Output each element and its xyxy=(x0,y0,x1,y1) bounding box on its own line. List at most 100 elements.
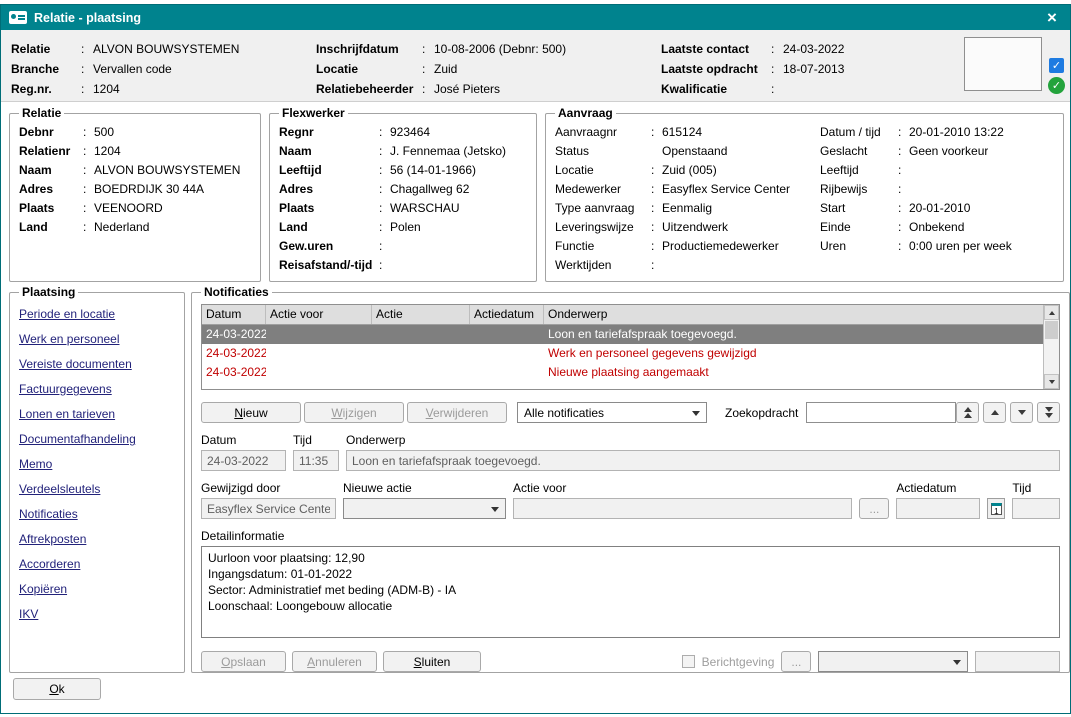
next-record-icon[interactable] xyxy=(1010,402,1033,423)
table-scrollbar[interactable] xyxy=(1043,305,1059,389)
aanvraag-fields-right: Datum / tijd:20-01-2010 13:22 Geslacht:G… xyxy=(820,123,1054,275)
plaatsing-groupbox: Plaatsing Periode en locatie Werk en per… xyxy=(9,285,185,673)
plaatsing-menu-item[interactable]: Lonen en tarieven xyxy=(19,402,175,427)
table-header: DatumActie voorActieActiedatumOnderwerp xyxy=(202,305,1043,325)
table-row[interactable]: 24-03-2022 Werk en personeel gegevens ge… xyxy=(202,344,1043,363)
table-header-cell[interactable]: Onderwerp xyxy=(544,305,1043,324)
record-nav-group xyxy=(956,402,1060,423)
berichtgeving-label: Berichtgeving xyxy=(702,655,775,669)
actiedatum-label: Actiedatum xyxy=(896,481,980,495)
header-field: Kwalificatie: xyxy=(661,79,956,99)
table-body: 24-03-2022 Loon en tariefafspraak toegev… xyxy=(202,325,1043,382)
plaatsing-menu-item[interactable]: Werk en personeel xyxy=(19,327,175,352)
plaatsing-menu-item[interactable]: Verdeelsleutels xyxy=(19,477,175,502)
gewijzigd-door-input xyxy=(201,498,336,519)
table-header-cell[interactable]: Actie xyxy=(372,305,470,324)
form-inputs-row2: ... 1 xyxy=(201,498,1060,519)
field-row: Adres:BOEDRDIJK 30 44A xyxy=(19,180,251,199)
flag-checkbox-checked[interactable]: ✓ xyxy=(1049,58,1064,73)
berichtgeving-input xyxy=(975,651,1060,672)
field-row: Geslacht:Geen voorkeur xyxy=(820,142,1054,161)
detailinformatie-box[interactable]: Uurloon voor plaatsing: 12,90Ingangsdatu… xyxy=(201,546,1060,638)
titlebar: Relatie - plaatsing × xyxy=(1,5,1070,30)
table-row[interactable]: 24-03-2022 Loon en tariefafspraak toegev… xyxy=(202,325,1043,344)
field-row: Locatie:Zuid (005) xyxy=(555,161,820,180)
plaatsing-menu-item[interactable]: Memo xyxy=(19,452,175,477)
content-area: Relatie Debnr:500 Relatienr:1204 Naam:AL… xyxy=(1,102,1070,713)
berichtgeving-browse-button: ... xyxy=(781,651,811,672)
table-header-cell[interactable]: Datum xyxy=(202,305,266,324)
sluiten-button[interactable]: Sluiten xyxy=(383,651,481,672)
table-row[interactable]: 24-03-2022 Nieuwe plaatsing aangemaakt xyxy=(202,363,1043,382)
field-row: Werktijden: xyxy=(555,256,820,275)
datum-input xyxy=(201,450,286,471)
window-title: Relatie - plaatsing xyxy=(34,11,1038,25)
relatie-legend: Relatie xyxy=(19,106,64,120)
form-labels-row2: Gewijzigd door Nieuwe actie Actie voor A… xyxy=(201,481,1060,495)
field-row: Land:Nederland xyxy=(19,218,251,237)
last-record-icon[interactable] xyxy=(1037,402,1060,423)
field-row: Leveringswijze:Uitzendwerk xyxy=(555,218,820,237)
status-ok-icon: ✓ xyxy=(1048,77,1065,94)
actiedatum-input xyxy=(896,498,980,519)
form-inputs-row1 xyxy=(201,450,1060,471)
tijd2-input xyxy=(1012,498,1060,519)
plaatsing-menu-item[interactable]: Aftrekposten xyxy=(19,527,175,552)
plaatsing-legend: Plaatsing xyxy=(19,285,78,299)
ok-button[interactable]: Ok xyxy=(13,678,101,700)
opslaan-button: Opslaan xyxy=(201,651,286,672)
scrollbar-thumb[interactable] xyxy=(1045,321,1058,339)
plaatsing-menu-item[interactable]: Periode en locatie xyxy=(19,302,175,327)
field-row: Leeftijd: xyxy=(820,161,1054,180)
header-col-laatste: Laatste contact:24-03-2022 Laatste opdra… xyxy=(661,39,956,99)
plaatsing-menu-item[interactable]: Accorderen xyxy=(19,552,175,577)
header-col-relatie: Relatie:ALVON BOUWSYSTEMEN Branche:Verva… xyxy=(11,39,306,99)
table-header-cell[interactable]: Actiedatum xyxy=(470,305,544,324)
window-icon xyxy=(9,11,27,24)
header-col-inschrijving: Inschrijfdatum:10-08-2006 (Debnr: 500) L… xyxy=(316,39,651,99)
field-row: Debnr:500 xyxy=(19,123,251,142)
table-header-cell[interactable]: Actie voor xyxy=(266,305,372,324)
actie-voor-label: Actie voor xyxy=(513,481,852,495)
notificatie-filter-select[interactable]: Alle notificaties xyxy=(517,402,707,423)
first-record-icon[interactable] xyxy=(956,402,979,423)
relatie-groupbox: Relatie Debnr:500 Relatienr:1204 Naam:AL… xyxy=(9,106,261,282)
relatie-fields: Debnr:500 Relatienr:1204 Naam:ALVON BOUW… xyxy=(19,123,251,237)
scroll-up-icon[interactable] xyxy=(1044,305,1059,320)
plaatsing-menu-item[interactable]: Factuurgegevens xyxy=(19,377,175,402)
flexwerker-groupbox: Flexwerker Regnr:923464 Naam:J. Fennemaa… xyxy=(269,106,537,282)
field-row: Leeftijd:56 (14-01-1966) xyxy=(279,161,527,180)
field-row: Uren:0:00 uren per week xyxy=(820,237,1054,256)
notificaties-toolbar: Nieuw Wijzigen Verwijderen Alle notifica… xyxy=(201,402,1060,423)
header-field: Relatie:ALVON BOUWSYSTEMEN xyxy=(11,39,306,59)
scroll-down-icon[interactable] xyxy=(1044,374,1059,389)
detail-line: Ingangsdatum: 01-01-2022 xyxy=(208,566,1053,582)
field-row: Rijbewijs: xyxy=(820,180,1054,199)
verwijderen-button: Verwijderen xyxy=(407,402,507,423)
wijzigen-button: Wijzigen xyxy=(304,402,404,423)
zoekopdracht-label: Zoekopdracht xyxy=(725,406,798,420)
tijd-input xyxy=(293,450,339,471)
form-labels-row1: Datum Tijd Onderwerp xyxy=(201,433,1060,447)
calendar-icon[interactable]: 1 xyxy=(987,498,1005,519)
plaatsing-menu-item[interactable]: Kopiëren xyxy=(19,577,175,602)
photo-placeholder xyxy=(964,37,1042,91)
field-row: Naam:J. Fennemaa (Jetsko) xyxy=(279,142,527,161)
prev-record-icon[interactable] xyxy=(983,402,1006,423)
detail-line: Sector: Administratief met beding (ADM-B… xyxy=(208,582,1053,598)
field-row: Aanvraagnr:615124 xyxy=(555,123,820,142)
notificaties-table: DatumActie voorActieActiedatumOnderwerp … xyxy=(201,304,1060,390)
field-row: Relatienr:1204 xyxy=(19,142,251,161)
zoekopdracht-input[interactable] xyxy=(806,402,956,423)
detail-line: Loonschaal: Loongebouw allocatie xyxy=(208,598,1053,614)
gewijzigd-door-label: Gewijzigd door xyxy=(201,481,336,495)
nieuwe-actie-select[interactable] xyxy=(343,498,506,519)
plaatsing-menu-item[interactable]: Notificaties xyxy=(19,502,175,527)
plaatsing-menu-item[interactable]: Vereiste documenten xyxy=(19,352,175,377)
plaatsing-menu-item[interactable]: IKV xyxy=(19,602,175,627)
close-icon[interactable]: × xyxy=(1038,6,1066,29)
plaatsing-menu-item[interactable]: Documentafhandeling xyxy=(19,427,175,452)
nieuw-button[interactable]: Nieuw xyxy=(201,402,301,423)
header-field: Locatie:Zuid xyxy=(316,59,651,79)
berichtgeving-select[interactable] xyxy=(818,651,968,672)
